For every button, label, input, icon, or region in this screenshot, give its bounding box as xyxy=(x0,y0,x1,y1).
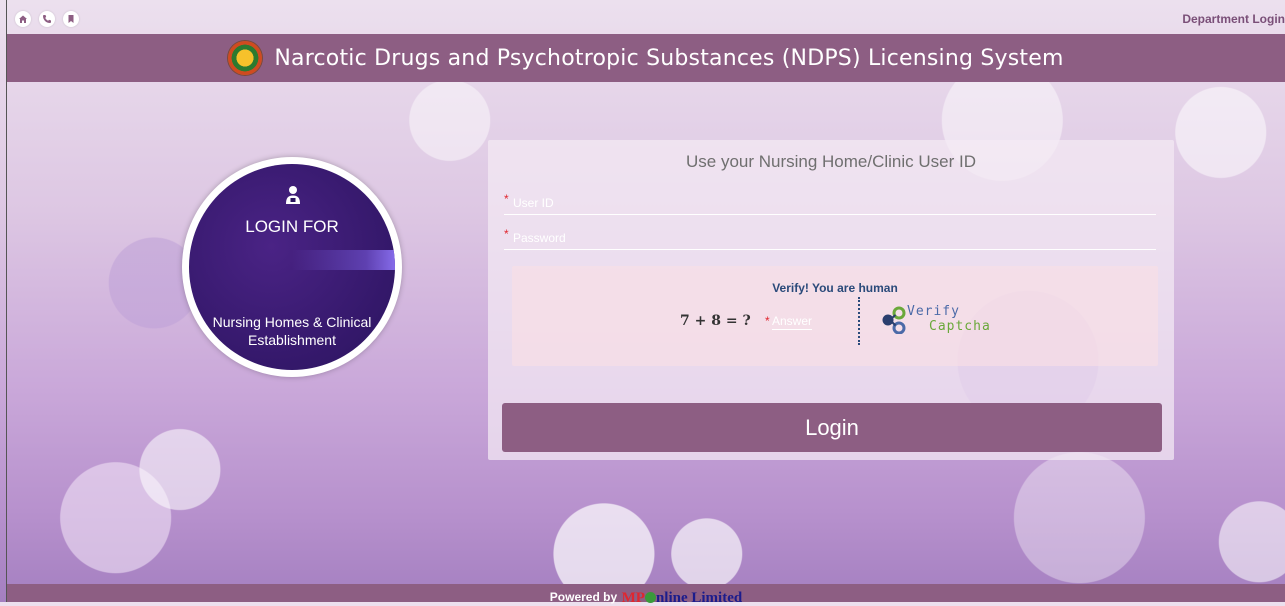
login-form-panel: Use your Nursing Home/Clinic User ID * U… xyxy=(488,140,1174,460)
login-for-label: LOGIN FOR xyxy=(245,217,339,236)
required-marker: * xyxy=(504,227,509,241)
mponline-brand-mp: MP xyxy=(621,590,645,606)
captcha-question: 7 + 8 = ? xyxy=(680,313,751,329)
decorative-bar xyxy=(292,250,395,270)
verify-captcha-icon xyxy=(880,306,906,339)
top-bar: Department Login xyxy=(7,0,1285,34)
mponline-globe-icon xyxy=(644,592,656,603)
captcha-divider xyxy=(858,297,860,345)
bookmark-icon[interactable] xyxy=(63,11,79,27)
left-border xyxy=(6,0,7,602)
badge-inner: LOGIN FOR Nursing Homes & Clinical Estab… xyxy=(189,164,395,370)
government-emblem-logo xyxy=(228,41,263,75)
captcha-box: Verify! You are human 7 + 8 = ? * Answer… xyxy=(512,266,1158,366)
home-icon[interactable] xyxy=(15,11,31,27)
footer: Powered by MP nline Limited xyxy=(7,584,1285,606)
login-category-badge: LOGIN FOR Nursing Homes & Clinical Estab… xyxy=(182,157,402,377)
verify-captcha-text: Verify xyxy=(907,304,960,319)
user-id-label: User ID xyxy=(513,196,554,210)
category-label: Nursing Homes & Clinical Establishment xyxy=(212,314,372,348)
app-header: Narcotic Drugs and Psychotropic Substanc… xyxy=(7,34,1285,82)
required-marker: * xyxy=(504,192,509,206)
required-marker: * xyxy=(765,314,770,328)
verify-captcha-subtext: Captcha xyxy=(929,319,991,334)
captcha-answer-label: Answer xyxy=(772,314,813,328)
password-label: Password xyxy=(513,231,566,245)
form-title: Use your Nursing Home/Clinic User ID xyxy=(685,152,977,171)
doctor-user-icon xyxy=(285,185,301,210)
captcha-answer-input[interactable]: * Answer xyxy=(765,314,813,330)
user-id-field[interactable]: * User ID xyxy=(504,190,1156,215)
department-login-link[interactable]: Department Login xyxy=(1182,12,1285,26)
page-title: Narcotic Drugs and Psychotropic Substanc… xyxy=(274,45,1064,71)
top-icons xyxy=(15,11,79,27)
captcha-header: Verify! You are human xyxy=(772,281,898,295)
password-field[interactable]: * Password xyxy=(504,225,1156,250)
mponline-brand-rest: nline Limited xyxy=(655,590,743,606)
phone-icon[interactable] xyxy=(39,11,55,27)
login-button[interactable]: Login xyxy=(502,403,1162,452)
